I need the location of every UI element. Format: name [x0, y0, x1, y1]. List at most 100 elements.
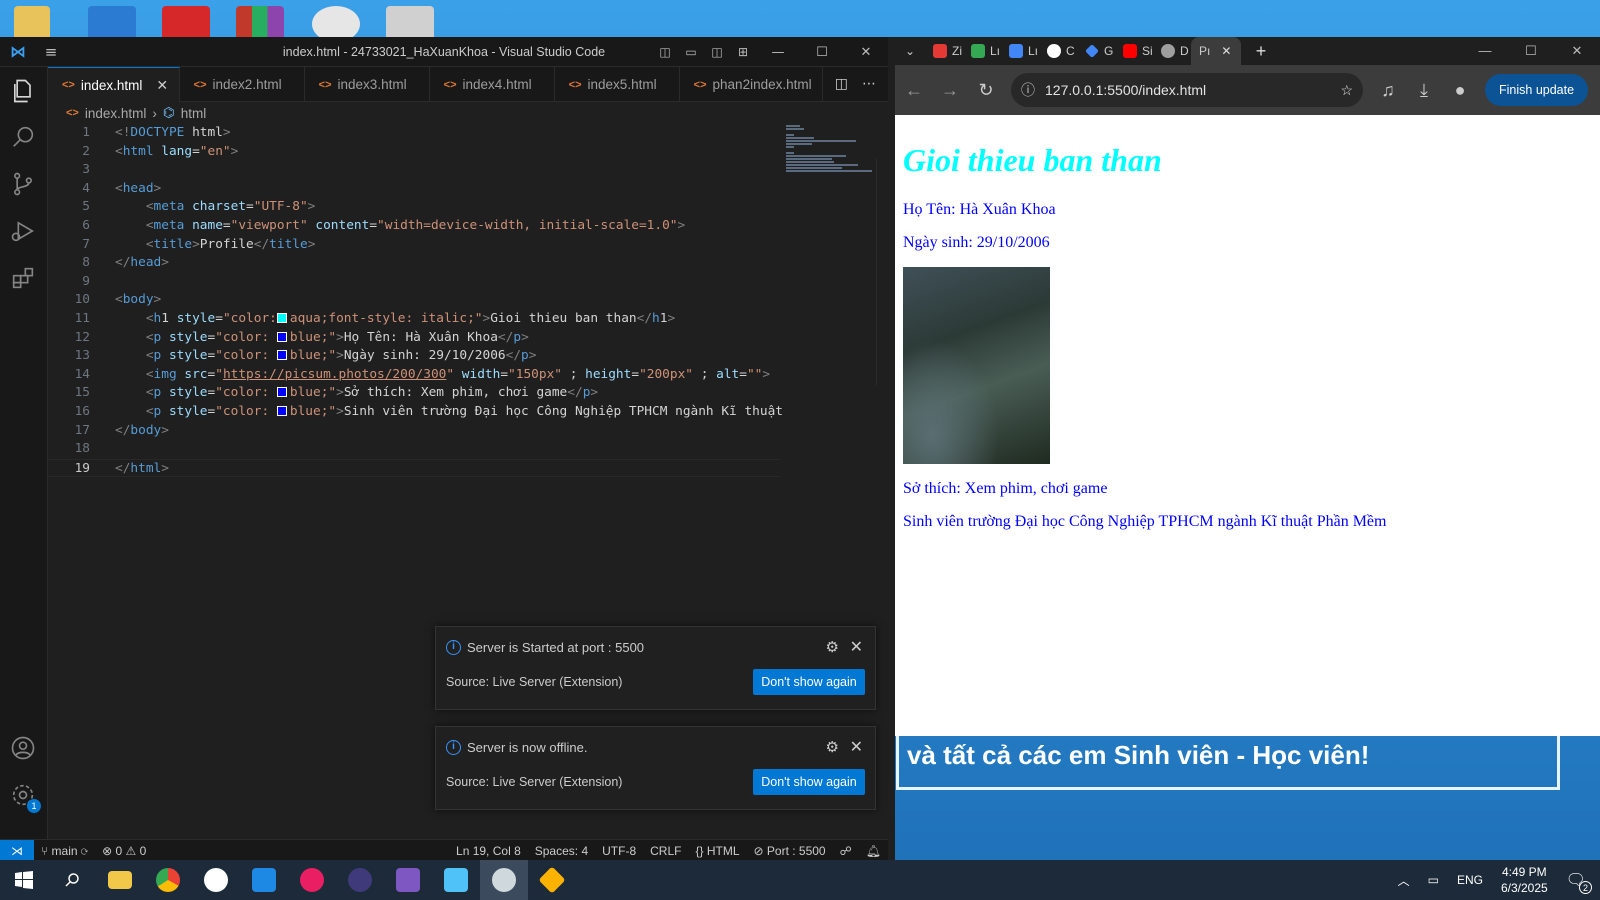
file-explorer-icon[interactable]	[96, 860, 144, 900]
network-icon[interactable]: ▭	[1428, 873, 1439, 887]
chrome-taskbar-icon[interactable]	[144, 860, 192, 900]
address-bar[interactable]: ⓘ 127.0.0.1:5500/index.html ☆	[1011, 73, 1363, 107]
code-line[interactable]: 13 <p style="color: blue;">Ngày sinh: 29…	[48, 347, 780, 366]
bookmark-star-icon[interactable]: ☆	[1340, 82, 1353, 99]
app-installer-icon[interactable]	[432, 860, 480, 900]
code-line[interactable]: 6 <meta name="viewport" content="width=d…	[48, 217, 780, 236]
code-line[interactable]: 16 <p style="color: blue;">Sinh viên trư…	[48, 403, 783, 422]
code-line[interactable]: 9	[48, 273, 780, 292]
chrome-minimize-button[interactable]: —	[1462, 43, 1508, 59]
close-window-button[interactable]: ✕	[844, 45, 888, 60]
code-line[interactable]: 17 </body>	[48, 422, 780, 441]
extensions-icon[interactable]	[9, 264, 39, 294]
indentation-status[interactable]: Spaces: 4	[528, 844, 595, 858]
show-hidden-icons-icon[interactable]: ︿	[1398, 872, 1410, 889]
forward-arrow-icon[interactable]: →	[939, 80, 961, 101]
close-tab-icon[interactable]: ✕	[1221, 44, 1231, 58]
problems-status[interactable]: ⊗ 0 ⚠ 0	[95, 844, 153, 858]
accounts-icon[interactable]	[9, 734, 39, 764]
vscode-taskbar-icon[interactable]	[240, 860, 288, 900]
new-tab-icon[interactable]: +	[1241, 41, 1281, 62]
toggle-primary-sidebar-icon[interactable]: ◫	[652, 45, 678, 59]
chrome-close-button[interactable]: ✕	[1554, 43, 1600, 59]
tab-index-html[interactable]: <> index.html ✕	[48, 67, 180, 102]
explorer-icon[interactable]	[9, 77, 39, 107]
profile-avatar-icon[interactable]: ●	[1449, 80, 1471, 101]
tab-index5-html[interactable]: <> index5.html	[555, 67, 680, 102]
close-tab-icon[interactable]: ✕	[156, 77, 168, 94]
branch-status[interactable]: ⑂ main ⟳	[34, 844, 95, 858]
manage-gear-icon[interactable]: 1	[9, 781, 41, 813]
code-line[interactable]: 12 <p style="color: blue;">Họ Tên: Hà Xu…	[48, 329, 780, 348]
media-controls-icon[interactable]: ♫	[1377, 80, 1399, 101]
minimap[interactable]	[786, 124, 876, 172]
feedback-icon[interactable]: ☍	[833, 844, 859, 858]
chrome-tab[interactable]: C	[1039, 37, 1077, 65]
code-line[interactable]: 7 <title>Profile</title>	[48, 236, 780, 255]
language-indicator[interactable]: ENG	[1457, 873, 1483, 887]
source-control-icon[interactable]	[9, 170, 39, 200]
encoding-status[interactable]: UTF-8	[595, 844, 643, 858]
split-editor-icon[interactable]: ◫	[835, 76, 848, 92]
code-line[interactable]: 18	[48, 440, 780, 459]
notifications-bell-icon[interactable]: 🔔︎	[859, 844, 888, 858]
search-icon[interactable]	[9, 123, 39, 153]
chrome-tab[interactable]: D	[1153, 37, 1191, 65]
dont-show-again-button[interactable]: Don't show again	[753, 769, 865, 795]
editor-scrollbar[interactable]	[876, 159, 888, 385]
tab-search-icon[interactable]: ⌄	[895, 37, 925, 65]
maximize-button[interactable]: ☐	[800, 45, 844, 60]
tab-phan2index-html[interactable]: <> phan2index.html	[680, 67, 823, 102]
minimize-button[interactable]: —	[756, 45, 800, 60]
action-center-icon[interactable]: 🗨︎ 2	[1566, 870, 1592, 894]
downloads-icon[interactable]: ⤓	[1413, 80, 1435, 101]
breadcrumb-file[interactable]: index.html	[85, 106, 147, 121]
toggle-panel-icon[interactable]: ▭	[678, 45, 704, 59]
chrome-tab[interactable]: Lı	[1001, 37, 1039, 65]
color-swatch[interactable]	[276, 312, 287, 323]
language-mode[interactable]: {} HTML	[688, 844, 746, 858]
app-w-icon[interactable]	[192, 860, 240, 900]
code-line[interactable]: 2 <html lang="en">	[48, 143, 780, 162]
chrome-tab-active[interactable]: Pı ✕	[1191, 37, 1241, 65]
chrome-tab[interactable]: Si	[1115, 37, 1153, 65]
notification-settings-icon[interactable]: ⚙	[826, 738, 839, 756]
app-active-icon[interactable]	[480, 860, 528, 900]
color-swatch[interactable]	[276, 405, 287, 416]
chrome-tab[interactable]: Zi	[925, 37, 963, 65]
notification-close-icon[interactable]: ✕	[850, 637, 863, 657]
notification-close-icon[interactable]: ✕	[850, 737, 863, 757]
tab-index4-html[interactable]: <> index4.html	[430, 67, 555, 102]
cursor-position[interactable]: Ln 19, Col 8	[449, 844, 528, 858]
code-line[interactable]: 10 <body>	[48, 291, 780, 310]
code-line[interactable]: 1 <!DOCTYPE html>	[48, 124, 780, 143]
chrome-maximize-button[interactable]: ☐	[1508, 43, 1554, 59]
site-info-icon[interactable]: ⓘ	[1021, 80, 1035, 100]
chrome-tab[interactable]: G	[1077, 37, 1115, 65]
code-line[interactable]: 14 <img src="https://picsum.photos/200/3…	[48, 366, 780, 385]
visual-studio-icon[interactable]	[384, 860, 432, 900]
code-line[interactable]: 5 <meta charset="UTF-8">	[48, 198, 780, 217]
notification-settings-icon[interactable]: ⚙	[826, 638, 839, 656]
start-button-icon[interactable]	[0, 860, 48, 900]
live-server-port[interactable]: ⊘ Port : 5500	[747, 844, 833, 858]
color-swatch[interactable]	[276, 350, 287, 361]
chrome-tab[interactable]: Lı	[963, 37, 1001, 65]
code-line[interactable]: 4 <head>	[48, 180, 780, 199]
code-line[interactable]: 19 </html>	[48, 458, 780, 478]
eol-status[interactable]: CRLF	[643, 844, 688, 858]
run-debug-icon[interactable]	[9, 217, 39, 247]
search-icon[interactable]	[48, 860, 96, 900]
finish-update-button[interactable]: Finish update	[1485, 74, 1589, 106]
more-actions-icon[interactable]: ⋯	[862, 76, 876, 92]
code-line[interactable]: 8 </head>	[48, 254, 780, 273]
tab-index3-html[interactable]: <> index3.html	[305, 67, 430, 102]
dont-show-again-button[interactable]: Don't show again	[753, 669, 865, 695]
reload-icon[interactable]: ↻	[975, 80, 997, 101]
app-diamond-icon[interactable]	[528, 860, 576, 900]
customize-layout-icon[interactable]: ⊞	[730, 45, 756, 59]
eclipse-icon[interactable]	[336, 860, 384, 900]
color-swatch[interactable]	[276, 387, 287, 398]
clock[interactable]: 4:49 PM 6/3/2025	[1501, 864, 1548, 896]
back-arrow-icon[interactable]: ←	[903, 80, 925, 101]
